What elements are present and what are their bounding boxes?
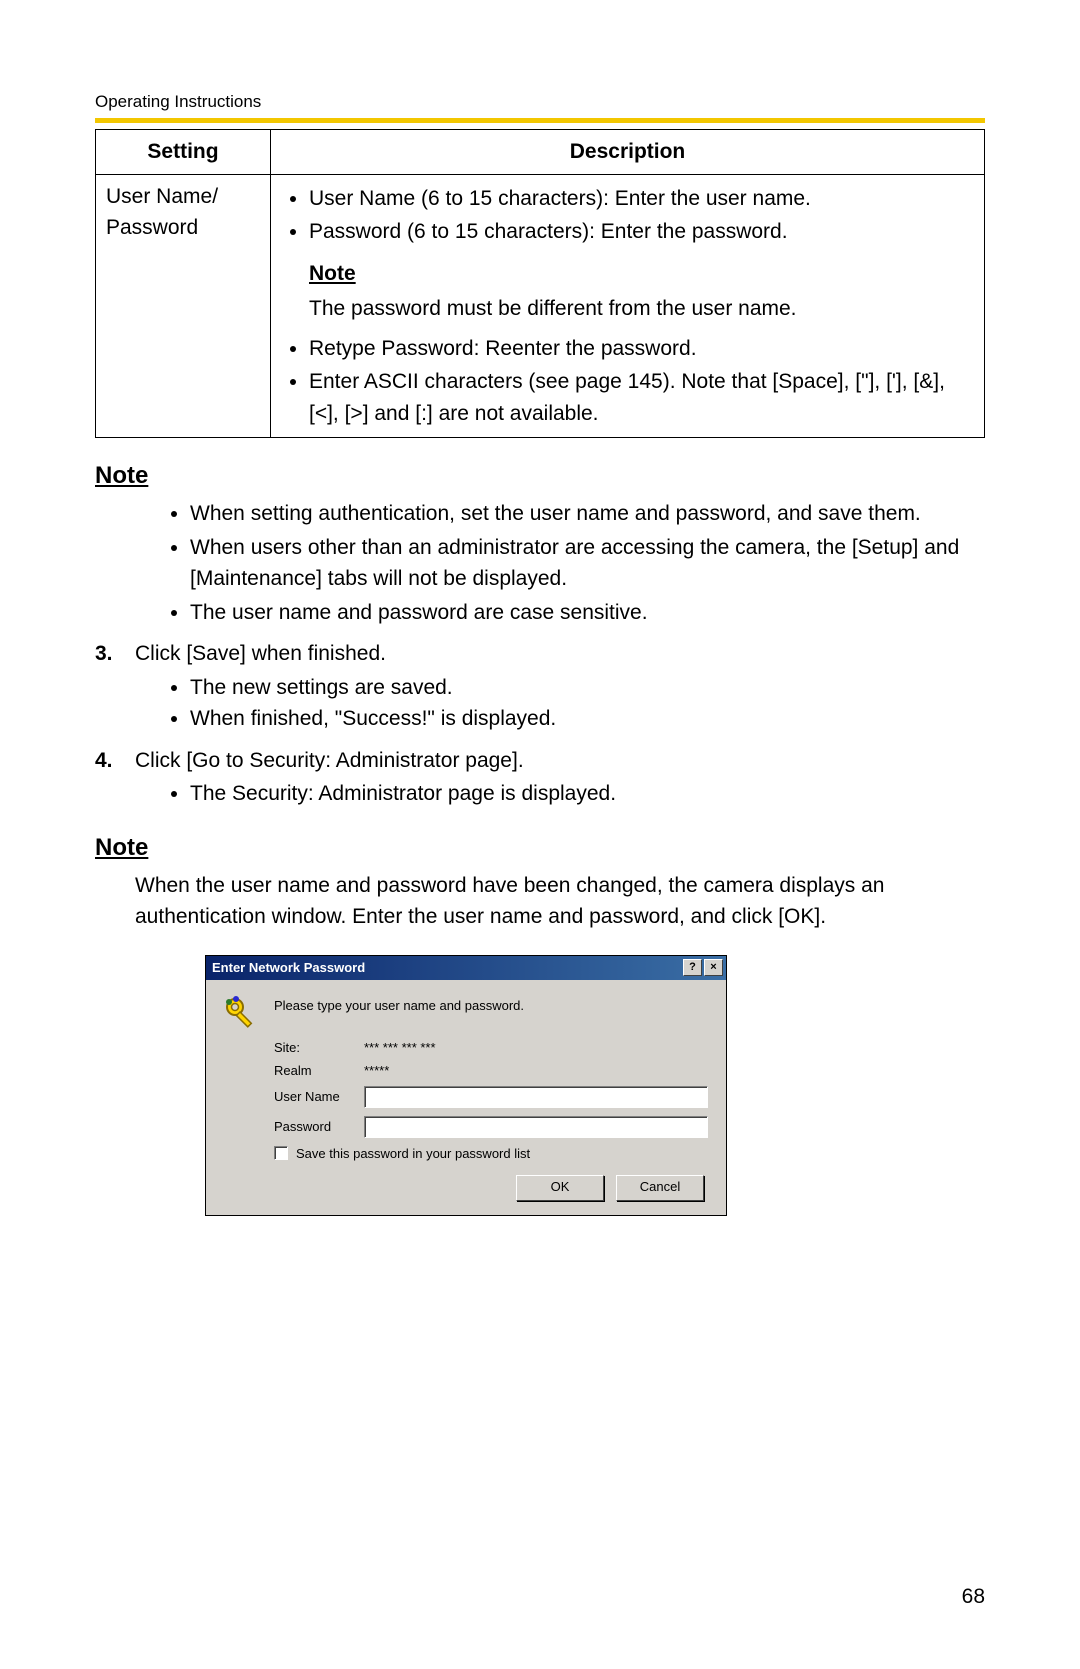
username-input[interactable] xyxy=(364,1086,708,1108)
desc-bullet: Retype Password: Reenter the password. xyxy=(309,333,974,365)
step-3: 3. Click [Save] when finished. The new s… xyxy=(95,638,985,735)
step-text: Click [Go to Security: Administrator pag… xyxy=(135,749,524,772)
dialog-title: Enter Network Password xyxy=(212,960,681,975)
username-label: User Name xyxy=(274,1089,364,1104)
header-rule xyxy=(95,118,985,123)
cell-setting: User Name/ Password xyxy=(96,174,271,438)
password-label: Password xyxy=(274,1119,364,1134)
ok-button[interactable]: OK xyxy=(516,1175,604,1201)
list-item: When setting authentication, set the use… xyxy=(190,498,985,530)
note-heading-1: Note xyxy=(95,462,985,490)
desc-bullet: Enter ASCII characters (see page 145). N… xyxy=(309,366,974,429)
site-label: Site: xyxy=(274,1040,364,1055)
inline-note-heading: Note xyxy=(309,258,974,290)
help-button[interactable]: ? xyxy=(683,959,702,976)
step-number: 4. xyxy=(95,745,113,777)
desc-bullet: Password (6 to 15 characters): Enter the… xyxy=(309,216,974,248)
list-item: The Security: Administrator page is disp… xyxy=(190,778,985,810)
settings-table: Setting Description User Name/ Password … xyxy=(95,129,985,438)
realm-value: ***** xyxy=(364,1063,708,1078)
list-item: When users other than an administrator a… xyxy=(190,532,985,595)
password-input[interactable] xyxy=(364,1116,708,1138)
key-icon xyxy=(224,996,260,1032)
save-password-label: Save this password in your password list xyxy=(296,1146,530,1161)
th-description: Description xyxy=(271,130,985,175)
step-4: 4. Click [Go to Security: Administrator … xyxy=(95,745,985,810)
inline-note-body: The password must be different from the … xyxy=(309,293,974,325)
desc-bullet: User Name (6 to 15 characters): Enter th… xyxy=(309,183,974,215)
list-item: When finished, "Success!" is displayed. xyxy=(190,703,985,735)
save-password-checkbox[interactable] xyxy=(274,1146,288,1160)
note-body-1: When setting authentication, set the use… xyxy=(95,498,985,628)
site-value: *** *** *** *** xyxy=(364,1040,708,1055)
doc-header: Operating Instructions xyxy=(95,92,985,112)
page-number: 68 xyxy=(962,1585,985,1609)
cell-description: User Name (6 to 15 characters): Enter th… xyxy=(271,174,985,438)
list-item: The user name and password are case sens… xyxy=(190,597,985,629)
dialog-titlebar: Enter Network Password ? × xyxy=(206,956,726,980)
cancel-button[interactable]: Cancel xyxy=(616,1175,704,1201)
realm-label: Realm xyxy=(274,1063,364,1078)
th-setting: Setting xyxy=(96,130,271,175)
step-text: Click [Save] when finished. xyxy=(135,642,386,665)
step-number: 3. xyxy=(95,638,113,670)
dialog-prompt: Please type your user name and password. xyxy=(274,996,708,1013)
password-dialog: Enter Network Password ? × P xyxy=(205,955,727,1216)
list-item: The new settings are saved. xyxy=(190,672,985,704)
note-heading-2: Note xyxy=(95,834,985,862)
close-button[interactable]: × xyxy=(704,959,723,976)
note-body-2: When the user name and password have bee… xyxy=(95,870,985,933)
